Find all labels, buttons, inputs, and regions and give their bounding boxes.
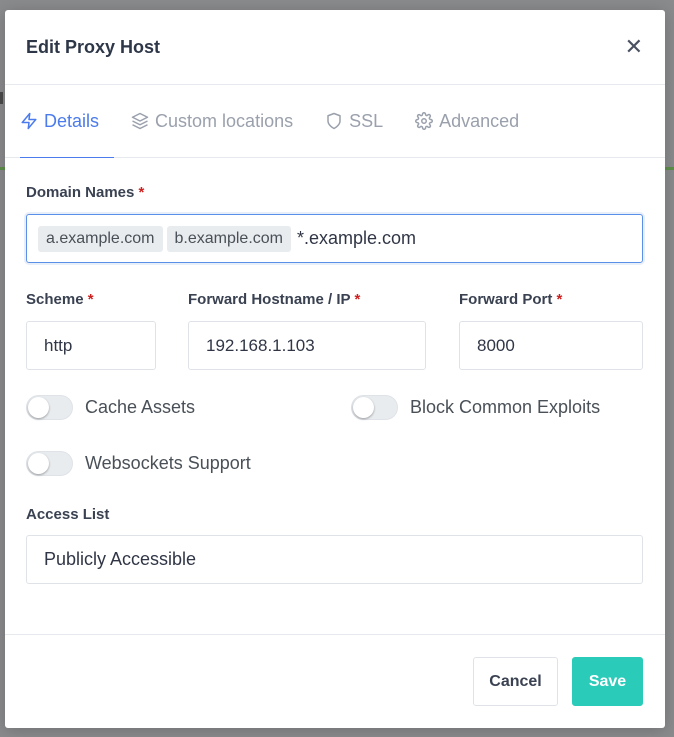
gear-icon [415, 112, 434, 130]
tab-ssl[interactable]: SSL [325, 85, 398, 157]
domain-typed-text[interactable]: *.example.com [297, 228, 416, 249]
save-button[interactable]: Save [572, 657, 643, 706]
tab-label: SSL [349, 110, 384, 131]
forward-host-label: Forward Hostname / IP * [188, 291, 426, 308]
block-exploits-switch[interactable] [351, 395, 398, 420]
access-list-label: Access List [26, 506, 110, 523]
forward-port-group: Forward Port * 8000 [459, 291, 643, 370]
modal-header: Edit Proxy Host ✕ [5, 10, 665, 85]
tab-label: Custom locations [155, 110, 294, 131]
forward-host-label-text: Forward Hostname / IP [188, 291, 351, 308]
domain-names-input[interactable]: a.example.com b.example.com *.example.co… [26, 214, 643, 263]
scheme-group: Scheme * http [26, 291, 156, 370]
required-mark: * [354, 291, 361, 308]
tab-label: Details [44, 110, 100, 131]
toggle-row-2: Websockets Support [26, 451, 643, 476]
forward-host-group: Forward Hostname / IP * 192.168.1.103 [188, 291, 426, 370]
scheme-label: Scheme * [26, 291, 156, 308]
background-page-mark [0, 92, 3, 104]
forward-row: Scheme * http Forward Hostname / IP * 19… [26, 291, 643, 370]
cache-assets-label: Cache Assets [85, 397, 196, 417]
tab-advanced[interactable]: Advanced [415, 85, 534, 157]
domain-chip[interactable]: b.example.com [166, 225, 291, 252]
edit-proxy-host-modal: Edit Proxy Host ✕ Details Custom locatio… [5, 10, 665, 728]
forward-port-label: Forward Port * [459, 291, 643, 308]
modal-body: Domain Names * a.example.com b.example.c… [5, 158, 665, 584]
access-list-select[interactable]: Publicly Accessible [26, 535, 643, 584]
domain-names-label-text: Domain Names [26, 184, 135, 201]
tab-bar: Details Custom locations SSL Advanced [5, 85, 665, 158]
required-mark: * [87, 291, 94, 308]
tab-label: Advanced [439, 110, 520, 131]
close-icon[interactable]: ✕ [625, 36, 643, 58]
lightning-icon [21, 112, 37, 130]
forward-host-input[interactable]: 192.168.1.103 [188, 321, 426, 370]
forward-port-input[interactable]: 8000 [459, 321, 643, 370]
cache-assets-switch[interactable] [26, 395, 73, 420]
cache-assets-toggle[interactable]: Cache Assets [26, 395, 351, 420]
modal-title: Edit Proxy Host [26, 36, 161, 57]
scheme-input[interactable]: http [26, 321, 156, 370]
shield-icon [327, 112, 341, 130]
block-exploits-label: Block Common Exploits [410, 397, 601, 417]
required-mark: * [138, 184, 145, 201]
forward-port-label-text: Forward Port [459, 291, 553, 308]
websockets-label: Websockets Support [85, 453, 251, 473]
modal-footer: Cancel Save [5, 634, 665, 728]
cancel-button[interactable]: Cancel [473, 657, 558, 706]
domain-names-label: Domain Names * [26, 184, 643, 201]
tab-details[interactable]: Details [20, 85, 115, 158]
layers-icon [131, 112, 149, 130]
websockets-switch[interactable] [26, 451, 73, 476]
domain-chip[interactable]: a.example.com [38, 225, 163, 252]
required-mark: * [556, 291, 563, 308]
block-exploits-toggle[interactable]: Block Common Exploits [351, 395, 600, 420]
scheme-label-text: Scheme [26, 291, 84, 308]
websockets-toggle[interactable]: Websockets Support [26, 451, 251, 476]
tab-custom-locations[interactable]: Custom locations [131, 85, 308, 157]
toggle-row-1: Cache Assets Block Common Exploits [26, 395, 643, 420]
